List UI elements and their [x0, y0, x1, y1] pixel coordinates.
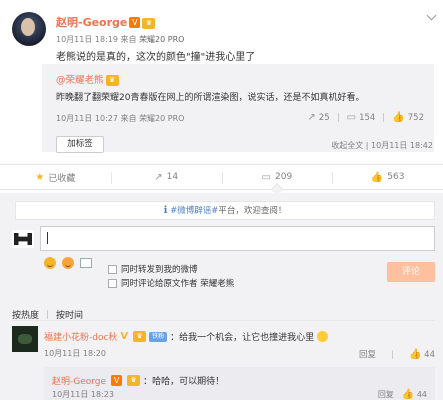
- notice-banner: ℹ #微博辟谣#平台，欢迎查阅！: [15, 201, 435, 220]
- commenter-name[interactable]: 福建小花粉-doc秋: [44, 330, 117, 343]
- repost-author-link[interactable]: @荣耀老熊: [56, 75, 104, 86]
- favorite-label: 已收藏: [48, 173, 76, 184]
- comment-text-row: 福建小花粉-doc秋 V ♛ 铁粉 ：给我一个机会，让它也撞进我心里: [44, 330, 329, 343]
- add-tag-button[interactable]: 加标签: [56, 136, 104, 153]
- repost-comment-count: 154: [359, 112, 376, 123]
- repost-text: 昨晚翻了翻荣耀20青春版在网上的所谓渲染图，说实话，还是不如真机好看。: [56, 93, 365, 103]
- star-icon: ★: [35, 171, 45, 183]
- reply-time: 10月11日 18:23: [52, 390, 114, 399]
- member-badge-icon: ♛: [105, 75, 119, 86]
- comment-body: ：给我一个机会，让它也撞进我心里: [170, 333, 315, 343]
- repost-from-label: 来自: [120, 114, 137, 123]
- chevron-down-icon[interactable]: [426, 10, 437, 21]
- reply-like-button[interactable]: 👍 44: [402, 389, 427, 400]
- post-author[interactable]: 赵明-George: [56, 16, 127, 29]
- like-count: 563: [387, 172, 405, 182]
- reply-text-row: 赵明-George V ♛ ：哈哈，可以期待！: [52, 374, 224, 387]
- comment-input[interactable]: [40, 226, 435, 251]
- post-text: 老熊说的是真的，这次的颜色"撞"进我心里了: [56, 52, 256, 63]
- repost-meta: 10月11日 10:27 来自 荣耀20 PRO: [56, 113, 184, 124]
- info-icon: ℹ: [163, 205, 168, 216]
- text-caret: [47, 232, 48, 244]
- comment-button[interactable]: ▭ 209: [221, 165, 333, 189]
- member-badge-icon: ♛: [133, 331, 147, 342]
- repost-time[interactable]: 10月11日 10:27: [56, 114, 118, 123]
- repost-forward-count: 25: [318, 112, 330, 123]
- repost-author: @荣耀老熊 ♛: [56, 72, 119, 86]
- forward-icon: ↗: [154, 171, 163, 183]
- sticker-icon[interactable]: [62, 257, 74, 269]
- author-checkbox-label: 同时评论给原文作者 荣耀老熊: [121, 279, 235, 289]
- composer-tools: [44, 257, 92, 269]
- repost-footer[interactable]: 收起全文 | 10月11日 18:42: [331, 140, 433, 151]
- post-header: 赵明-George V ♛ 10月11日 18:19 来自 荣耀20 PRO: [56, 14, 184, 45]
- repost-source[interactable]: 荣耀20 PRO: [139, 114, 184, 123]
- repost-like[interactable]: 👍 752: [392, 112, 424, 123]
- post-meta: 10月11日 18:19 来自 荣耀20 PRO: [56, 34, 184, 45]
- forward-count: 14: [166, 172, 179, 182]
- forward-checkbox[interactable]: [108, 264, 117, 274]
- reply-like-count: 44: [416, 390, 427, 399]
- forward-button[interactable]: ↗ 14: [110, 165, 222, 189]
- emoji-icon[interactable]: [44, 257, 56, 269]
- commenter-avatar[interactable]: [12, 326, 38, 352]
- reply-author[interactable]: 赵明-George: [52, 374, 106, 387]
- post-from-label: 来自: [120, 35, 137, 44]
- author-checkbox-row[interactable]: 同时评论给原文作者 荣耀老熊: [108, 277, 234, 289]
- comment-icon: ▭: [346, 112, 357, 123]
- comment-time: 10月11日 18:20: [44, 349, 106, 358]
- repost-forward[interactable]: ↗ 25: [307, 112, 329, 123]
- comment-count: 209: [275, 172, 293, 182]
- fan-badge: 铁粉: [149, 331, 168, 342]
- thumbs-up-icon: 👍: [401, 389, 415, 400]
- verified-badge-icon: V: [120, 331, 129, 342]
- comment-like-button[interactable]: 👍 44: [409, 349, 435, 360]
- reply-box: 赵明-George V ♛ ：哈哈，可以期待！ 10月11日 18:23 回复 …: [44, 367, 435, 400]
- forward-icon: ↗: [307, 112, 316, 123]
- author-checkbox[interactable]: [108, 278, 117, 288]
- repost-stats: ↗ 25 ▭ 154 👍 752: [307, 112, 424, 123]
- submit-comment-button[interactable]: 评论: [387, 262, 435, 282]
- author-avatar[interactable]: [12, 12, 46, 46]
- notice-text: 平台，欢迎查阅！: [218, 206, 287, 216]
- member-badge-icon: ♛: [127, 375, 141, 386]
- member-badge-icon: ♛: [142, 18, 156, 29]
- reply-body: ：哈哈，可以期待！: [143, 377, 225, 387]
- repost-like-count: 752: [407, 112, 424, 123]
- comment-reply-button[interactable]: 回复: [359, 348, 376, 360]
- image-icon[interactable]: [80, 258, 92, 268]
- divider: [12, 320, 435, 321]
- post-source[interactable]: 荣耀20 PRO: [139, 35, 184, 44]
- reply-actions: 回复 👍 44: [378, 389, 427, 400]
- verified-badge-icon: V: [111, 375, 123, 386]
- forward-checkbox-label: 同时转发到我的微博: [121, 265, 198, 275]
- forward-checkbox-row[interactable]: 同时转发到我的微博: [108, 263, 198, 275]
- notice-hashtag[interactable]: #微博辟谣#: [170, 206, 218, 216]
- comment-like-count: 44: [424, 349, 435, 360]
- repost-comment[interactable]: ▭ 154: [347, 112, 376, 123]
- thumbs-up-icon: 👍: [409, 348, 422, 360]
- comment-actions: 回复 👍 44: [359, 348, 435, 361]
- post-time[interactable]: 10月11日 18:19: [56, 35, 118, 44]
- comment-icon: ▭: [261, 171, 271, 183]
- thumbs-up-icon: 👍: [370, 171, 384, 183]
- like-button[interactable]: 👍 563: [332, 165, 443, 189]
- action-bar: ★ 已收藏 ↗ 14 ▭ 209 👍 563: [0, 164, 443, 190]
- thumbs-up-icon: 👍: [392, 112, 405, 123]
- verified-badge-icon: V: [129, 17, 141, 28]
- my-avatar: [12, 230, 34, 248]
- smile-emoji-icon: [317, 331, 329, 342]
- favorite-button[interactable]: ★ 已收藏: [0, 165, 111, 189]
- reply-reply-button[interactable]: 回复: [378, 389, 394, 400]
